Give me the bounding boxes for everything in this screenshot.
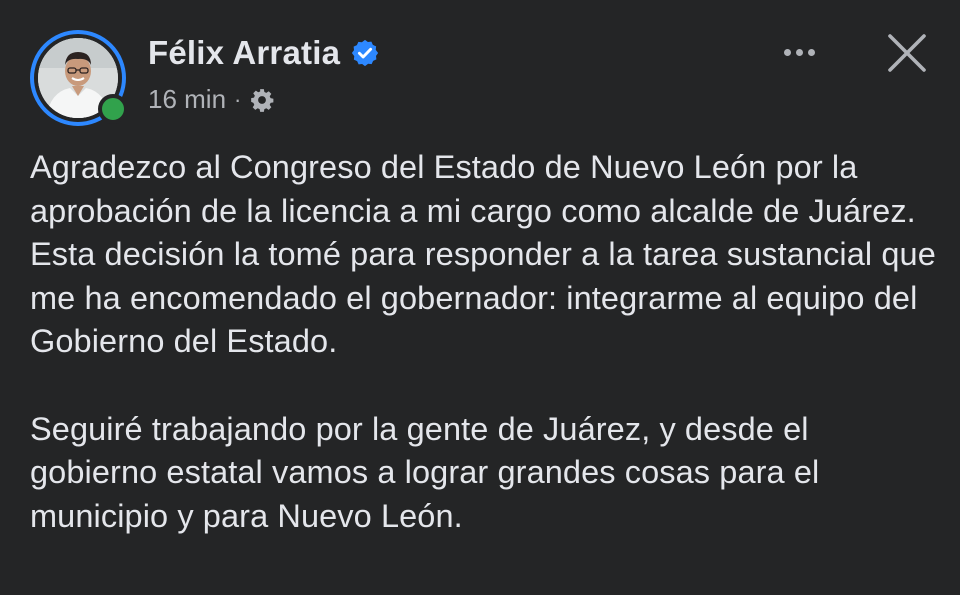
online-status-dot [98,94,128,124]
more-dot [807,48,815,56]
post-body: Agradezco al Congreso del Estado de Nuev… [30,146,940,538]
gear-icon[interactable] [249,87,275,113]
author-name[interactable]: Félix Arratia [148,34,340,72]
avatar[interactable] [30,30,128,126]
post-card: Félix Arratia 16 min · Agradezco al Cong… [0,0,960,595]
post-paragraph: Agradezco al Congreso del Estado de Nuev… [30,149,936,360]
meta-separator: · [234,86,242,112]
more-dot [783,48,791,56]
close-icon[interactable] [884,30,930,76]
post-timestamp[interactable]: 16 min [148,84,226,115]
post-paragraph: Seguiré trabajando por la gente de Juáre… [30,410,820,534]
post-meta: 16 min · [148,84,275,115]
more-options-icon[interactable] [776,34,822,70]
author-row: Félix Arratia [148,34,380,72]
verified-badge-icon [350,38,380,68]
more-dot [795,48,803,56]
